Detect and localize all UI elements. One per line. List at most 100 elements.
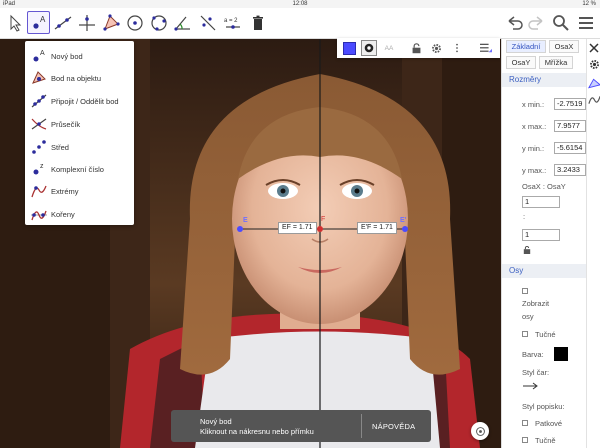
- serif-checkbox[interactable]: [522, 420, 528, 426]
- point-tool-button[interactable]: A: [27, 11, 50, 34]
- xmin-field[interactable]: -2.7519: [554, 98, 586, 110]
- segment-ef-value-label[interactable]: EF = 1.71: [278, 222, 317, 234]
- xmin-label: x min.:: [522, 100, 545, 109]
- ratio-lock-icon[interactable]: [523, 246, 531, 254]
- redo-icon: [527, 15, 542, 30]
- bold-axes-checkbox[interactable]: [522, 331, 528, 337]
- point-f-label: F: [321, 216, 326, 223]
- circle-tool-button[interactable]: [123, 11, 146, 34]
- menu-item-complex-number[interactable]: z Komplexní číslo: [25, 158, 134, 180]
- main-menu-button[interactable]: [574, 11, 597, 34]
- bold-axes-label: Tučné: [535, 330, 556, 339]
- ratio-y-field[interactable]: 1: [522, 229, 560, 241]
- ratio-separator: :: [523, 212, 526, 221]
- reflect-about-line-icon: [200, 15, 215, 30]
- gear-icon[interactable]: [589, 59, 600, 70]
- svg-text:a = 2: a = 2: [224, 18, 238, 24]
- svg-text:z: z: [40, 163, 44, 170]
- intersect-icon: [31, 118, 47, 130]
- axes-color-swatch[interactable]: [554, 347, 568, 361]
- function-curve-icon[interactable]: [588, 94, 600, 106]
- move-tool-button[interactable]: [3, 11, 26, 34]
- label-style-button[interactable]: AA: [381, 40, 397, 56]
- bold-labels-checkbox[interactable]: [522, 437, 528, 443]
- menu-item-new-point[interactable]: A Nový bod: [25, 45, 134, 67]
- arrow-cursor-icon: [10, 14, 21, 32]
- lock-button[interactable]: [409, 40, 423, 56]
- close-icon[interactable]: [589, 43, 599, 53]
- delete-tool-button[interactable]: [246, 11, 269, 34]
- tab-basic[interactable]: Základní: [506, 40, 546, 53]
- more-options-button[interactable]: [452, 40, 462, 56]
- reflect-tool-button[interactable]: [196, 11, 219, 34]
- point-icon: A: [32, 15, 46, 29]
- ratio-x-field[interactable]: 1: [522, 196, 560, 208]
- angle-tool-button[interactable]: [171, 11, 194, 34]
- settings-side-tabs: [586, 39, 600, 448]
- help-button[interactable]: NÁPOVĚDA: [372, 422, 415, 431]
- ymax-field[interactable]: 3.2433: [554, 164, 586, 176]
- polygon-tool-button[interactable]: [99, 11, 122, 34]
- settings-button[interactable]: [429, 40, 443, 56]
- tab-grid[interactable]: Mřížka: [539, 56, 573, 69]
- circle-three-points-icon: [150, 14, 167, 31]
- menu-item-midpoint[interactable]: Střed: [25, 136, 134, 158]
- roots-icon: [31, 210, 47, 221]
- graphics-style-bar: AA: [337, 38, 500, 58]
- segment-e-prime-f-value-label[interactable]: E'F = 1.71: [357, 222, 397, 234]
- redo-button[interactable]: [524, 11, 547, 34]
- undo-button[interactable]: [503, 11, 526, 34]
- extremum-icon: [31, 185, 47, 198]
- menu-item-roots[interactable]: Kořeny: [25, 203, 134, 225]
- style-bar-icon: [480, 43, 492, 53]
- lock-open-icon: [412, 42, 420, 53]
- target-icon: [475, 426, 485, 436]
- complex-number-icon: z: [33, 163, 44, 175]
- show-axes-label-line1: Zobrazit: [522, 299, 550, 308]
- arrow-right-icon[interactable]: [522, 381, 538, 391]
- toggle-style-bar-button[interactable]: [477, 40, 495, 56]
- tab-y-axis[interactable]: OsaY: [506, 56, 536, 69]
- graphics-settings: Základní OsaX OsaY Mřížka Rozměry x min.…: [502, 39, 586, 448]
- polygon-icon: [102, 13, 120, 31]
- gear-icon: [431, 43, 441, 53]
- snackbar-hint: Kliknout na nákresnu nebo přímku: [200, 427, 314, 436]
- tool-help-snackbar: Nový bod Kliknout na nákresnu nebo přímk…: [171, 410, 431, 442]
- ymin-field[interactable]: -5.6154: [554, 142, 586, 154]
- slider-tool-button[interactable]: a = 2: [221, 11, 244, 34]
- battery-level: 12 %: [582, 1, 596, 7]
- menu-item-point-on-object[interactable]: Bod na objektu: [25, 67, 134, 89]
- line-style-label: Styl čar:: [522, 368, 550, 377]
- svg-text:A: A: [40, 15, 46, 24]
- line-tool-button[interactable]: [51, 11, 74, 34]
- clock: 12:08: [292, 1, 308, 7]
- line-icon: [54, 16, 71, 29]
- standard-view-button[interactable]: [471, 422, 489, 440]
- attach-detach-point-icon: [31, 94, 47, 108]
- status-bar: iPad 12:08 12 %: [0, 0, 600, 8]
- snackbar-divider: [361, 414, 362, 438]
- show-axes-checkbox[interactable]: [522, 288, 528, 294]
- tab-x-axis[interactable]: OsaX: [549, 40, 579, 53]
- color-button[interactable]: [341, 40, 357, 56]
- bold-labels-label: Tučně: [535, 436, 556, 445]
- color-swatch-icon: [342, 41, 356, 55]
- point-style-button[interactable]: [361, 40, 377, 56]
- menu-item-intersect[interactable]: Průsečík: [25, 113, 134, 135]
- point-e-prime-label: E': [400, 217, 407, 224]
- dimensions-header: Rozměry: [502, 73, 586, 87]
- axes-ratio-label: OsaX : OsaY: [522, 182, 566, 191]
- serif-label: Patkové: [535, 419, 563, 428]
- menu-item-attach-detach-point[interactable]: Připojit / Oddělit bod: [25, 90, 134, 112]
- midpoint-icon: [32, 140, 46, 154]
- search-button[interactable]: [549, 11, 572, 34]
- menu-item-extremum[interactable]: Extrémy: [25, 180, 134, 202]
- graphics-view-icon[interactable]: [588, 77, 600, 89]
- conic-tool-button[interactable]: [147, 11, 170, 34]
- label-style-label: Styl popisku:: [522, 402, 565, 411]
- perpendicular-tool-button[interactable]: [75, 11, 98, 34]
- slider-icon: a = 2: [224, 18, 240, 29]
- xmax-field[interactable]: 7.9577: [554, 120, 586, 132]
- ymin-label: y min.:: [522, 144, 545, 153]
- point-tools-menu: A Nový bod Bod na objektu Připojit / Odd…: [25, 41, 134, 225]
